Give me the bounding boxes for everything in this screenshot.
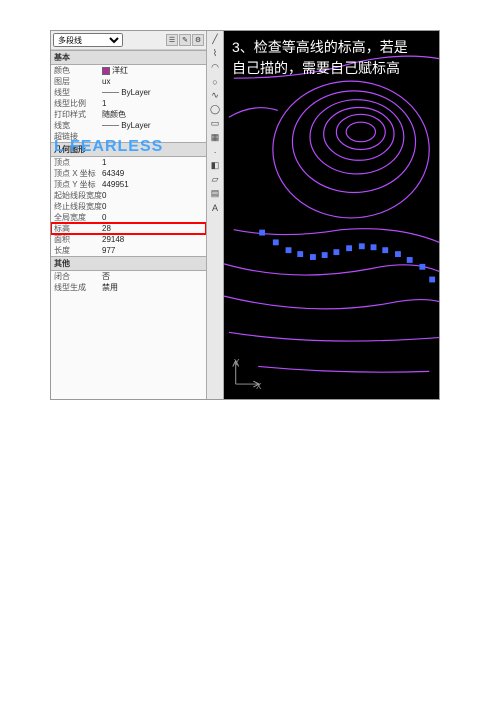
property-value[interactable]: 0: [102, 190, 203, 201]
property-label: 顶点: [54, 157, 102, 168]
property-value[interactable]: ─── ByLayer: [102, 87, 203, 98]
property-label: 线型比例: [54, 98, 102, 109]
tool-arc-icon[interactable]: ◠: [208, 61, 222, 74]
property-label: 打印样式: [54, 109, 102, 120]
property-label: 面积: [54, 234, 102, 245]
property-row[interactable]: 面积29148: [51, 234, 206, 245]
property-label: 图层: [54, 76, 102, 87]
property-value[interactable]: 随颜色: [102, 109, 203, 120]
property-value[interactable]: 1: [102, 98, 203, 109]
tool-hatch-icon[interactable]: ▦: [208, 131, 222, 144]
axis-x-label: X: [256, 382, 261, 391]
tool-rect-icon[interactable]: ▭: [208, 117, 222, 130]
property-row[interactable]: 线宽─── ByLayer: [51, 120, 206, 131]
property-value[interactable]: 禁用: [102, 282, 203, 293]
property-label: 颜色: [54, 65, 102, 76]
property-row[interactable]: 顶点 X 坐标64349: [51, 168, 206, 179]
property-label: 顶点 Y 坐标: [54, 179, 102, 190]
property-row[interactable]: 闭合否: [51, 271, 206, 282]
property-label: 标高: [54, 223, 102, 234]
property-value[interactable]: 否: [102, 271, 203, 282]
section-geom[interactable]: 几何图形: [51, 142, 206, 157]
property-row[interactable]: 颜色洋红: [51, 65, 206, 76]
color-swatch: [102, 67, 110, 75]
property-label: 长度: [54, 245, 102, 256]
drawing-viewport[interactable]: 3、检查等高线的标高，若是 自己描的，需要自己赋标高 Y X: [224, 31, 439, 399]
panel-header: 多段线 ☰ ✎ ⚙: [51, 31, 206, 50]
property-value[interactable]: [102, 131, 203, 142]
property-label: 起始线段宽度: [54, 190, 102, 201]
property-label: 超链接: [54, 131, 102, 142]
property-value[interactable]: ux: [102, 76, 203, 87]
pick-icon[interactable]: ✎: [179, 34, 191, 46]
property-value[interactable]: 0: [102, 212, 203, 223]
property-value[interactable]: 29148: [102, 234, 203, 245]
property-label: 终止线段宽度: [54, 201, 102, 212]
property-value[interactable]: 977: [102, 245, 203, 256]
property-row[interactable]: 顶点1: [51, 157, 206, 168]
property-row[interactable]: 图层ux: [51, 76, 206, 87]
vertical-toolbar: ╱ ⌇ ◠ ○ ∿ ◯ ▭ ▦ ∙ ◧ ▱ ▤ A: [206, 31, 224, 399]
property-row[interactable]: 长度977: [51, 245, 206, 256]
tool-pline-icon[interactable]: ⌇: [208, 47, 222, 60]
property-label: 线型: [54, 87, 102, 98]
tool-ellipse-icon[interactable]: ◯: [208, 103, 222, 116]
property-row[interactable]: 打印样式随颜色: [51, 109, 206, 120]
property-label: 全局宽度: [54, 212, 102, 223]
tool-text-icon[interactable]: A: [208, 201, 222, 214]
property-value[interactable]: ─── ByLayer: [102, 120, 203, 131]
tool-region-icon[interactable]: ▱: [208, 173, 222, 186]
axis-y-label: Y: [234, 358, 239, 367]
section-misc[interactable]: 其他: [51, 256, 206, 271]
property-row[interactable]: 标高28: [51, 223, 206, 234]
tool-table-icon[interactable]: ▤: [208, 187, 222, 200]
contour-drawing: [224, 31, 439, 399]
property-label: 闭合: [54, 271, 102, 282]
property-value[interactable]: 洋红: [102, 65, 203, 76]
property-value[interactable]: 28: [102, 223, 203, 234]
property-row[interactable]: 线型生成禁用: [51, 282, 206, 293]
property-row[interactable]: 线型─── ByLayer: [51, 87, 206, 98]
tool-spline-icon[interactable]: ∿: [208, 89, 222, 102]
properties-panel: 多段线 ☰ ✎ ⚙ 基本 颜色洋红图层ux线型─── ByLayer线型比例1打…: [51, 31, 206, 399]
property-row[interactable]: 终止线段宽度0: [51, 201, 206, 212]
tool-grad-icon[interactable]: ◧: [208, 159, 222, 172]
app-window: 多段线 ☰ ✎ ⚙ 基本 颜色洋红图层ux线型─── ByLayer线型比例1打…: [50, 30, 440, 400]
property-value[interactable]: 449951: [102, 179, 203, 190]
property-row[interactable]: 起始线段宽度0: [51, 190, 206, 201]
property-label: 线宽: [54, 120, 102, 131]
property-row[interactable]: 全局宽度0: [51, 212, 206, 223]
tool-circle-icon[interactable]: ○: [208, 75, 222, 88]
filter-icon[interactable]: ☰: [166, 34, 178, 46]
gear-icon[interactable]: ⚙: [192, 34, 204, 46]
property-label: 线型生成: [54, 282, 102, 293]
property-row[interactable]: 线型比例1: [51, 98, 206, 109]
property-label: 顶点 X 坐标: [54, 168, 102, 179]
property-row[interactable]: 顶点 Y 坐标449951: [51, 179, 206, 190]
property-value[interactable]: 0: [102, 201, 203, 212]
property-value[interactable]: 1: [102, 157, 203, 168]
property-value[interactable]: 64349: [102, 168, 203, 179]
entity-select[interactable]: 多段线: [53, 33, 123, 47]
tool-point-icon[interactable]: ∙: [208, 145, 222, 158]
property-row[interactable]: 超链接: [51, 131, 206, 142]
tool-line-icon[interactable]: ╱: [208, 33, 222, 46]
section-basic[interactable]: 基本: [51, 50, 206, 65]
